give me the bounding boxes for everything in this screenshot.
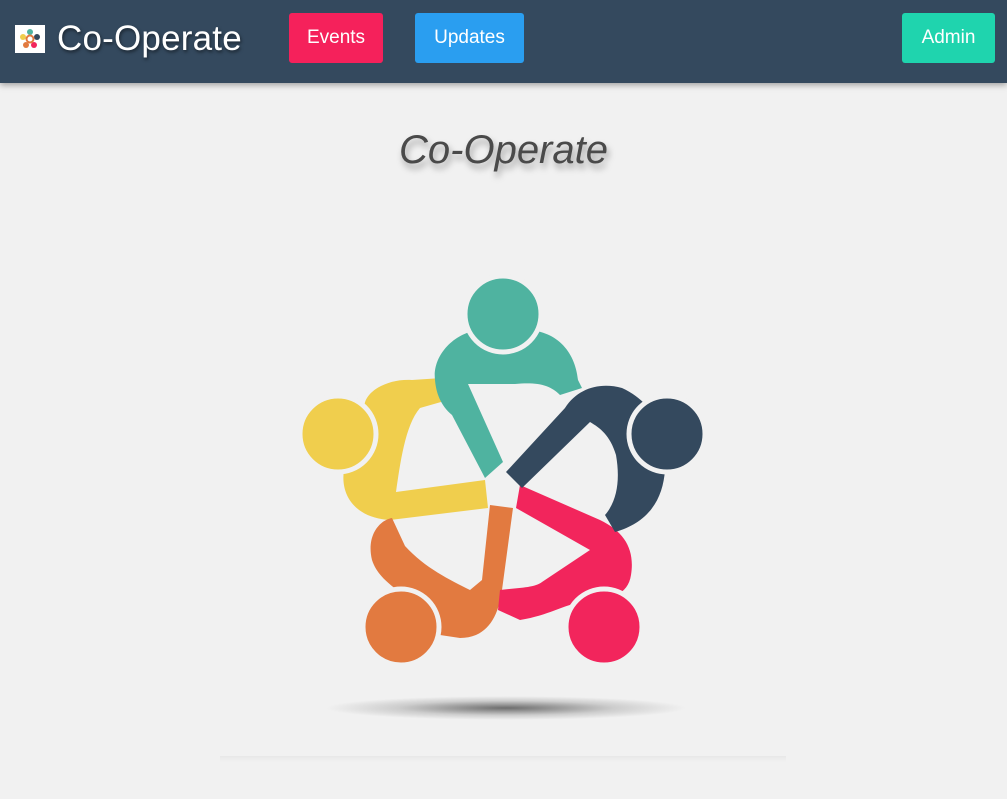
hero-card-shadow [220, 756, 786, 762]
people-circle-teamwork-illustration [297, 273, 708, 720]
hero-image [220, 250, 786, 760]
top-navbar: Co-Operate Events Updates Admin [0, 0, 1007, 83]
updates-button[interactable]: Updates [415, 13, 524, 63]
ground-shadow [326, 696, 686, 720]
admin-button[interactable]: Admin [902, 13, 995, 63]
events-button[interactable]: Events [289, 13, 383, 63]
teamwork-logo-icon [15, 25, 45, 53]
brand-name: Co-Operate [57, 19, 242, 58]
brand-link[interactable]: Co-Operate [15, 17, 242, 61]
orange-figure [360, 505, 513, 668]
page-title: Co-Operate [399, 128, 608, 172]
